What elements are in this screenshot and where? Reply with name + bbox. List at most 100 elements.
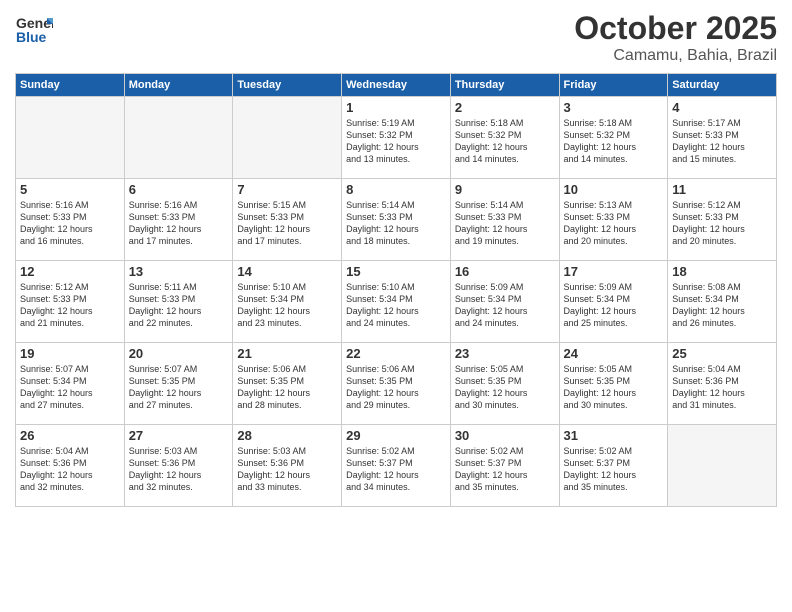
day-info: Sunrise: 5:12 AM Sunset: 5:33 PM Dayligh… [20,281,120,330]
day-number: 31 [564,428,664,443]
calendar-cell [124,97,233,179]
calendar-cell: 2 Sunrise: 5:18 AM Sunset: 5:32 PM Daylig… [450,97,559,179]
day-number: 30 [455,428,555,443]
calendar-cell: 31 Sunrise: 5:02 AM Sunset: 5:37 PM Dayli… [559,425,668,507]
day-number: 9 [455,182,555,197]
day-info: Sunrise: 5:10 AM Sunset: 5:34 PM Dayligh… [237,281,337,330]
day-number: 4 [672,100,772,115]
calendar-cell: 1 Sunrise: 5:19 AM Sunset: 5:32 PM Daylig… [342,97,451,179]
day-info: Sunrise: 5:06 AM Sunset: 5:35 PM Dayligh… [346,363,446,412]
calendar-cell: 4 Sunrise: 5:17 AM Sunset: 5:33 PM Daylig… [668,97,777,179]
svg-text:Blue: Blue [16,29,47,45]
day-info: Sunrise: 5:11 AM Sunset: 5:33 PM Dayligh… [129,281,229,330]
day-info: Sunrise: 5:16 AM Sunset: 5:33 PM Dayligh… [20,199,120,248]
calendar-cell: 17 Sunrise: 5:09 AM Sunset: 5:34 PM Dayli… [559,261,668,343]
calendar-cell [16,97,125,179]
day-number: 12 [20,264,120,279]
day-number: 11 [672,182,772,197]
calendar-cell: 23 Sunrise: 5:05 AM Sunset: 5:35 PM Dayli… [450,343,559,425]
page: General Blue October 2025 Camamu, Bahia,… [0,0,792,612]
calendar-cell: 29 Sunrise: 5:02 AM Sunset: 5:37 PM Dayli… [342,425,451,507]
day-number: 26 [20,428,120,443]
calendar-cell: 18Sunrise: 5:08 AM Sunset: 5:34 PM Dayli… [668,261,777,343]
day-info: Sunrise: 5:19 AM Sunset: 5:32 PM Dayligh… [346,117,446,166]
calendar-week-row: 26 Sunrise: 5:04 AM Sunset: 5:36 PM Dayli… [16,425,777,507]
calendar-day-header: Sunday [16,74,125,97]
day-info: Sunrise: 5:02 AM Sunset: 5:37 PM Dayligh… [564,445,664,494]
day-number: 16 [455,264,555,279]
day-number: 10 [564,182,664,197]
calendar-table: SundayMondayTuesdayWednesdayThursdayFrid… [15,73,777,507]
calendar-day-header: Monday [124,74,233,97]
day-info: Sunrise: 5:05 AM Sunset: 5:35 PM Dayligh… [564,363,664,412]
calendar-cell: 20Sunrise: 5:07 AM Sunset: 5:35 PM Dayli… [124,343,233,425]
calendar-week-row: 19 Sunrise: 5:07 AM Sunset: 5:34 PM Dayli… [16,343,777,425]
day-number: 25 [672,346,772,361]
calendar-cell [668,425,777,507]
calendar-day-header: Thursday [450,74,559,97]
calendar-cell: 27 Sunrise: 5:03 AM Sunset: 5:36 PM Dayli… [124,425,233,507]
day-number: 24 [564,346,664,361]
title-area: October 2025 Camamu, Bahia, Brazil [574,10,777,65]
day-info: Sunrise: 5:02 AM Sunset: 5:37 PM Dayligh… [455,445,555,494]
location-subtitle: Camamu, Bahia, Brazil [574,47,777,65]
logo-icon: General Blue [15,10,53,48]
day-info: Sunrise: 5:04 AM Sunset: 5:36 PM Dayligh… [20,445,120,494]
day-number: 7 [237,182,337,197]
calendar-cell: 3Sunrise: 5:18 AM Sunset: 5:32 PM Daylig… [559,97,668,179]
calendar-week-row: 5 Sunrise: 5:16 AM Sunset: 5:33 PM Daylig… [16,179,777,261]
day-number: 28 [237,428,337,443]
calendar-day-header: Saturday [668,74,777,97]
day-number: 27 [129,428,229,443]
day-info: Sunrise: 5:05 AM Sunset: 5:35 PM Dayligh… [455,363,555,412]
calendar-cell: 9 Sunrise: 5:14 AM Sunset: 5:33 PM Daylig… [450,179,559,261]
calendar-cell [233,97,342,179]
day-number: 2 [455,100,555,115]
day-info: Sunrise: 5:15 AM Sunset: 5:33 PM Dayligh… [237,199,337,248]
day-info: Sunrise: 5:12 AM Sunset: 5:33 PM Dayligh… [672,199,772,248]
calendar-cell: 6Sunrise: 5:16 AM Sunset: 5:33 PM Daylig… [124,179,233,261]
day-number: 15 [346,264,446,279]
day-info: Sunrise: 5:14 AM Sunset: 5:33 PM Dayligh… [346,199,446,248]
day-info: Sunrise: 5:07 AM Sunset: 5:34 PM Dayligh… [20,363,120,412]
logo: General Blue [15,10,53,53]
calendar-cell: 5 Sunrise: 5:16 AM Sunset: 5:33 PM Daylig… [16,179,125,261]
day-info: Sunrise: 5:03 AM Sunset: 5:36 PM Dayligh… [237,445,337,494]
calendar-cell: 19 Sunrise: 5:07 AM Sunset: 5:34 PM Dayli… [16,343,125,425]
calendar-week-row: 12 Sunrise: 5:12 AM Sunset: 5:33 PM Dayli… [16,261,777,343]
day-info: Sunrise: 5:14 AM Sunset: 5:33 PM Dayligh… [455,199,555,248]
calendar-cell: 25 Sunrise: 5:04 AM Sunset: 5:36 PM Dayli… [668,343,777,425]
calendar-cell: 21Sunrise: 5:06 AM Sunset: 5:35 PM Dayli… [233,343,342,425]
day-number: 13 [129,264,229,279]
day-number: 8 [346,182,446,197]
day-number: 14 [237,264,337,279]
day-info: Sunrise: 5:07 AM Sunset: 5:35 PM Dayligh… [129,363,229,412]
day-number: 5 [20,182,120,197]
day-number: 21 [237,346,337,361]
calendar-week-row: 1 Sunrise: 5:19 AM Sunset: 5:32 PM Daylig… [16,97,777,179]
day-info: Sunrise: 5:18 AM Sunset: 5:32 PM Dayligh… [564,117,664,166]
day-number: 29 [346,428,446,443]
day-info: Sunrise: 5:04 AM Sunset: 5:36 PM Dayligh… [672,363,772,412]
calendar-cell: 30 Sunrise: 5:02 AM Sunset: 5:37 PM Dayli… [450,425,559,507]
day-info: Sunrise: 5:02 AM Sunset: 5:37 PM Dayligh… [346,445,446,494]
calendar-cell: 15Sunrise: 5:10 AM Sunset: 5:34 PM Dayli… [342,261,451,343]
month-title: October 2025 [574,10,777,47]
day-info: Sunrise: 5:18 AM Sunset: 5:32 PM Dayligh… [455,117,555,166]
calendar-cell: 14 Sunrise: 5:10 AM Sunset: 5:34 PM Dayli… [233,261,342,343]
calendar-cell: 7 Sunrise: 5:15 AM Sunset: 5:33 PM Daylig… [233,179,342,261]
calendar-day-header: Friday [559,74,668,97]
calendar-cell: 11 Sunrise: 5:12 AM Sunset: 5:33 PM Dayli… [668,179,777,261]
calendar-cell: 8 Sunrise: 5:14 AM Sunset: 5:33 PM Daylig… [342,179,451,261]
calendar-cell: 13 Sunrise: 5:11 AM Sunset: 5:33 PM Dayli… [124,261,233,343]
day-number: 23 [455,346,555,361]
day-info: Sunrise: 5:17 AM Sunset: 5:33 PM Dayligh… [672,117,772,166]
calendar-cell: 12 Sunrise: 5:12 AM Sunset: 5:33 PM Dayli… [16,261,125,343]
day-number: 17 [564,264,664,279]
calendar-cell: 16 Sunrise: 5:09 AM Sunset: 5:34 PM Dayli… [450,261,559,343]
day-number: 19 [20,346,120,361]
day-info: Sunrise: 5:03 AM Sunset: 5:36 PM Dayligh… [129,445,229,494]
day-info: Sunrise: 5:09 AM Sunset: 5:34 PM Dayligh… [564,281,664,330]
day-info: Sunrise: 5:09 AM Sunset: 5:34 PM Dayligh… [455,281,555,330]
day-number: 1 [346,100,446,115]
